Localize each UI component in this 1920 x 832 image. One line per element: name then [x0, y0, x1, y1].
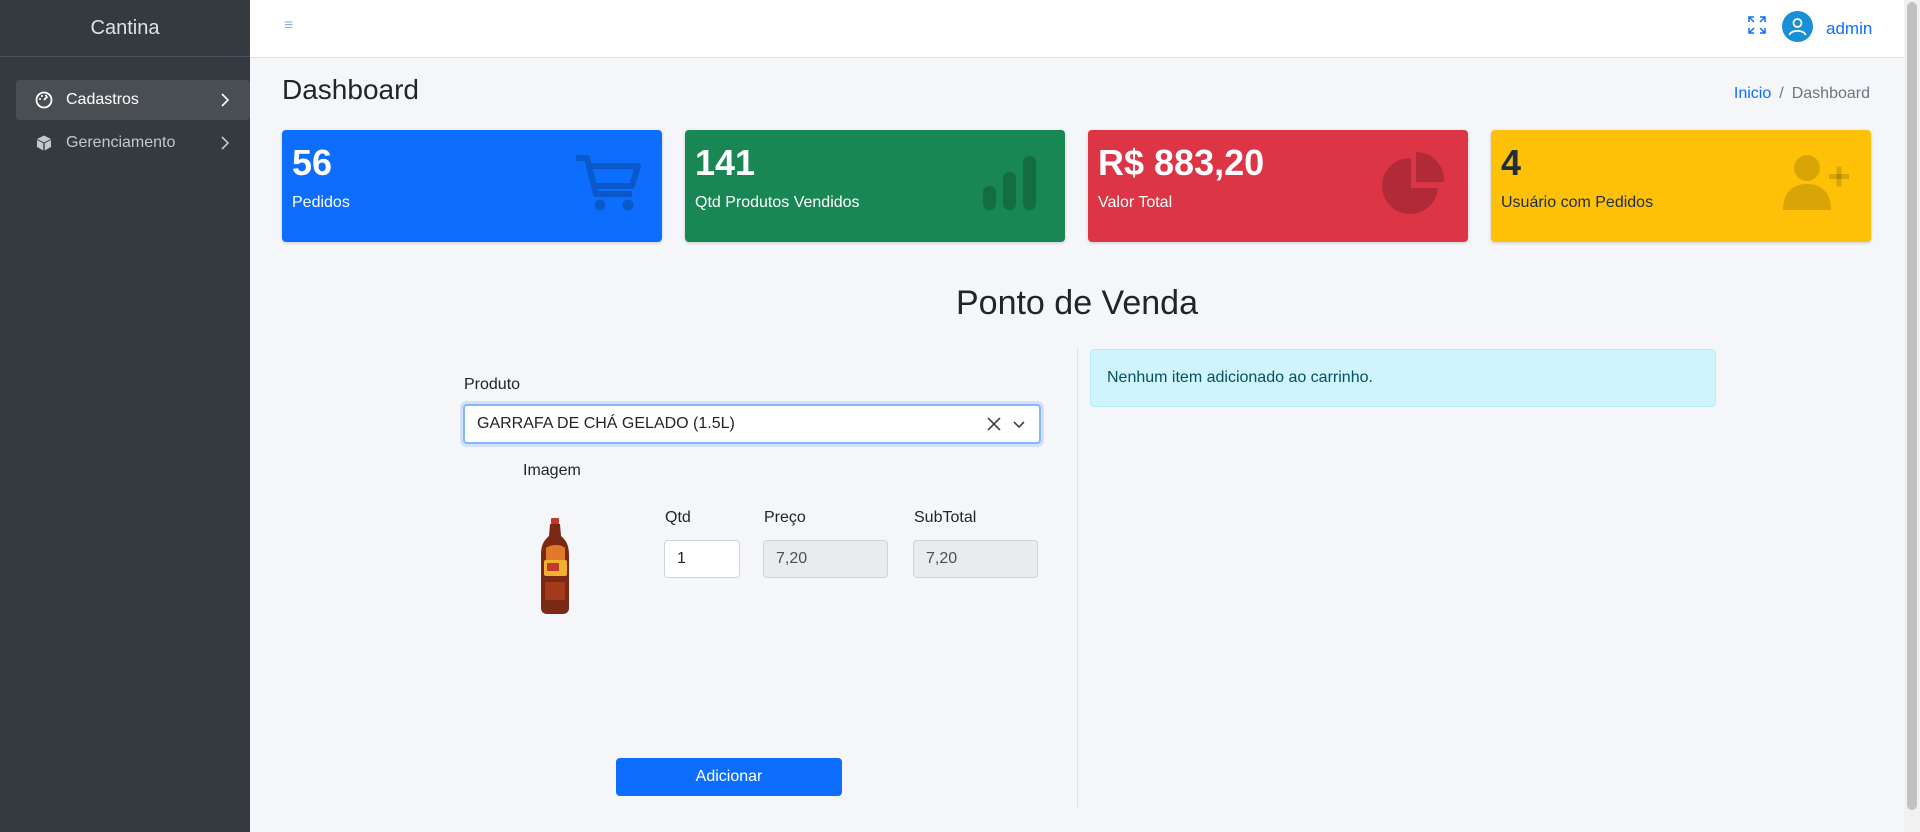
preco-field: [763, 540, 888, 578]
page-title: Dashboard: [282, 74, 419, 105]
topbar: ≡ admin: [250, 0, 1904, 58]
add-button[interactable]: Adicionar: [616, 758, 842, 796]
stat-value: 141: [695, 142, 756, 183]
main-content: Dashboard Inicio / Dashboard 56 Pedidos …: [250, 58, 1904, 832]
imagem-label: Imagem: [523, 462, 581, 479]
chevron-right-icon: [218, 93, 232, 107]
user-avatar-icon[interactable]: [1782, 11, 1813, 42]
breadcrumb-separator: /: [1779, 85, 1784, 102]
stat-label: Valor Total: [1098, 194, 1173, 211]
menu-toggle-icon[interactable]: ≡: [284, 17, 293, 35]
bar-chart-icon: [983, 156, 1036, 210]
stat-box-usuarios[interactable]: 4 Usuário com Pedidos: [1491, 130, 1871, 242]
stat-value: R$ 883,20: [1098, 142, 1265, 183]
divider: [1077, 348, 1078, 808]
qtd-input[interactable]: [664, 540, 740, 578]
produto-selected-value: GARRAFA DE CHÁ GELADO (1.5L): [477, 415, 735, 432]
dashboard-gauge-icon: [35, 91, 53, 109]
subtotal-label: SubTotal: [914, 509, 977, 526]
scrollbar-thumb[interactable]: [1907, 2, 1917, 810]
chevron-down-icon[interactable]: [1013, 417, 1027, 431]
stat-box-pedidos[interactable]: 56 Pedidos: [282, 130, 662, 242]
stat-value: 56: [292, 142, 333, 183]
stat-label: Pedidos: [292, 194, 350, 211]
qtd-label: Qtd: [665, 509, 691, 526]
stat-box-valor-total[interactable]: R$ 883,20 Valor Total: [1088, 130, 1468, 242]
user-menu[interactable]: admin: [1826, 19, 1872, 39]
subtotal-field: [913, 540, 1038, 578]
breadcrumb-current: Dashboard: [1791, 85, 1870, 102]
sidebar-nav: Cadastros Gerenciamento: [0, 57, 250, 163]
stat-label: Usuário com Pedidos: [1501, 194, 1654, 211]
product-image: [541, 518, 569, 614]
user-plus-icon: [1783, 155, 1849, 210]
sidebar-item-cadastros[interactable]: Cadastros: [16, 80, 250, 120]
stat-box-produtos-vendidos[interactable]: 141 Qtd Produtos Vendidos: [685, 130, 1065, 242]
cart-empty-alert: Nenhum item adicionado ao carrinho.: [1090, 349, 1716, 407]
sidebar-item-gerenciamento[interactable]: Gerenciamento: [16, 123, 250, 163]
brand-title[interactable]: Cantina: [0, 0, 250, 57]
pie-chart-icon: [1382, 151, 1445, 214]
sidebar: Cantina Cadastros Gerenciamento: [0, 0, 250, 832]
fullscreen-icon[interactable]: [1748, 16, 1766, 34]
produto-select[interactable]: GARRAFA DE CHÁ GELADO (1.5L): [463, 404, 1041, 444]
box-icon: [35, 134, 53, 152]
breadcrumb: Inicio / Dashboard: [1734, 85, 1870, 103]
breadcrumb-home-link[interactable]: Inicio: [1734, 85, 1771, 103]
sidebar-item-label: Cadastros: [66, 91, 139, 108]
chevron-right-icon: [218, 136, 232, 150]
shopping-cart-icon: [576, 155, 641, 211]
sidebar-item-label: Gerenciamento: [66, 134, 176, 151]
stat-label: Qtd Produtos Vendidos: [695, 194, 860, 211]
stat-value: 4: [1501, 142, 1522, 183]
preco-label: Preço: [764, 509, 806, 526]
produto-label: Produto: [464, 376, 521, 393]
pdv-title: Ponto de Venda: [955, 284, 1198, 322]
clear-icon[interactable]: [987, 416, 1003, 432]
